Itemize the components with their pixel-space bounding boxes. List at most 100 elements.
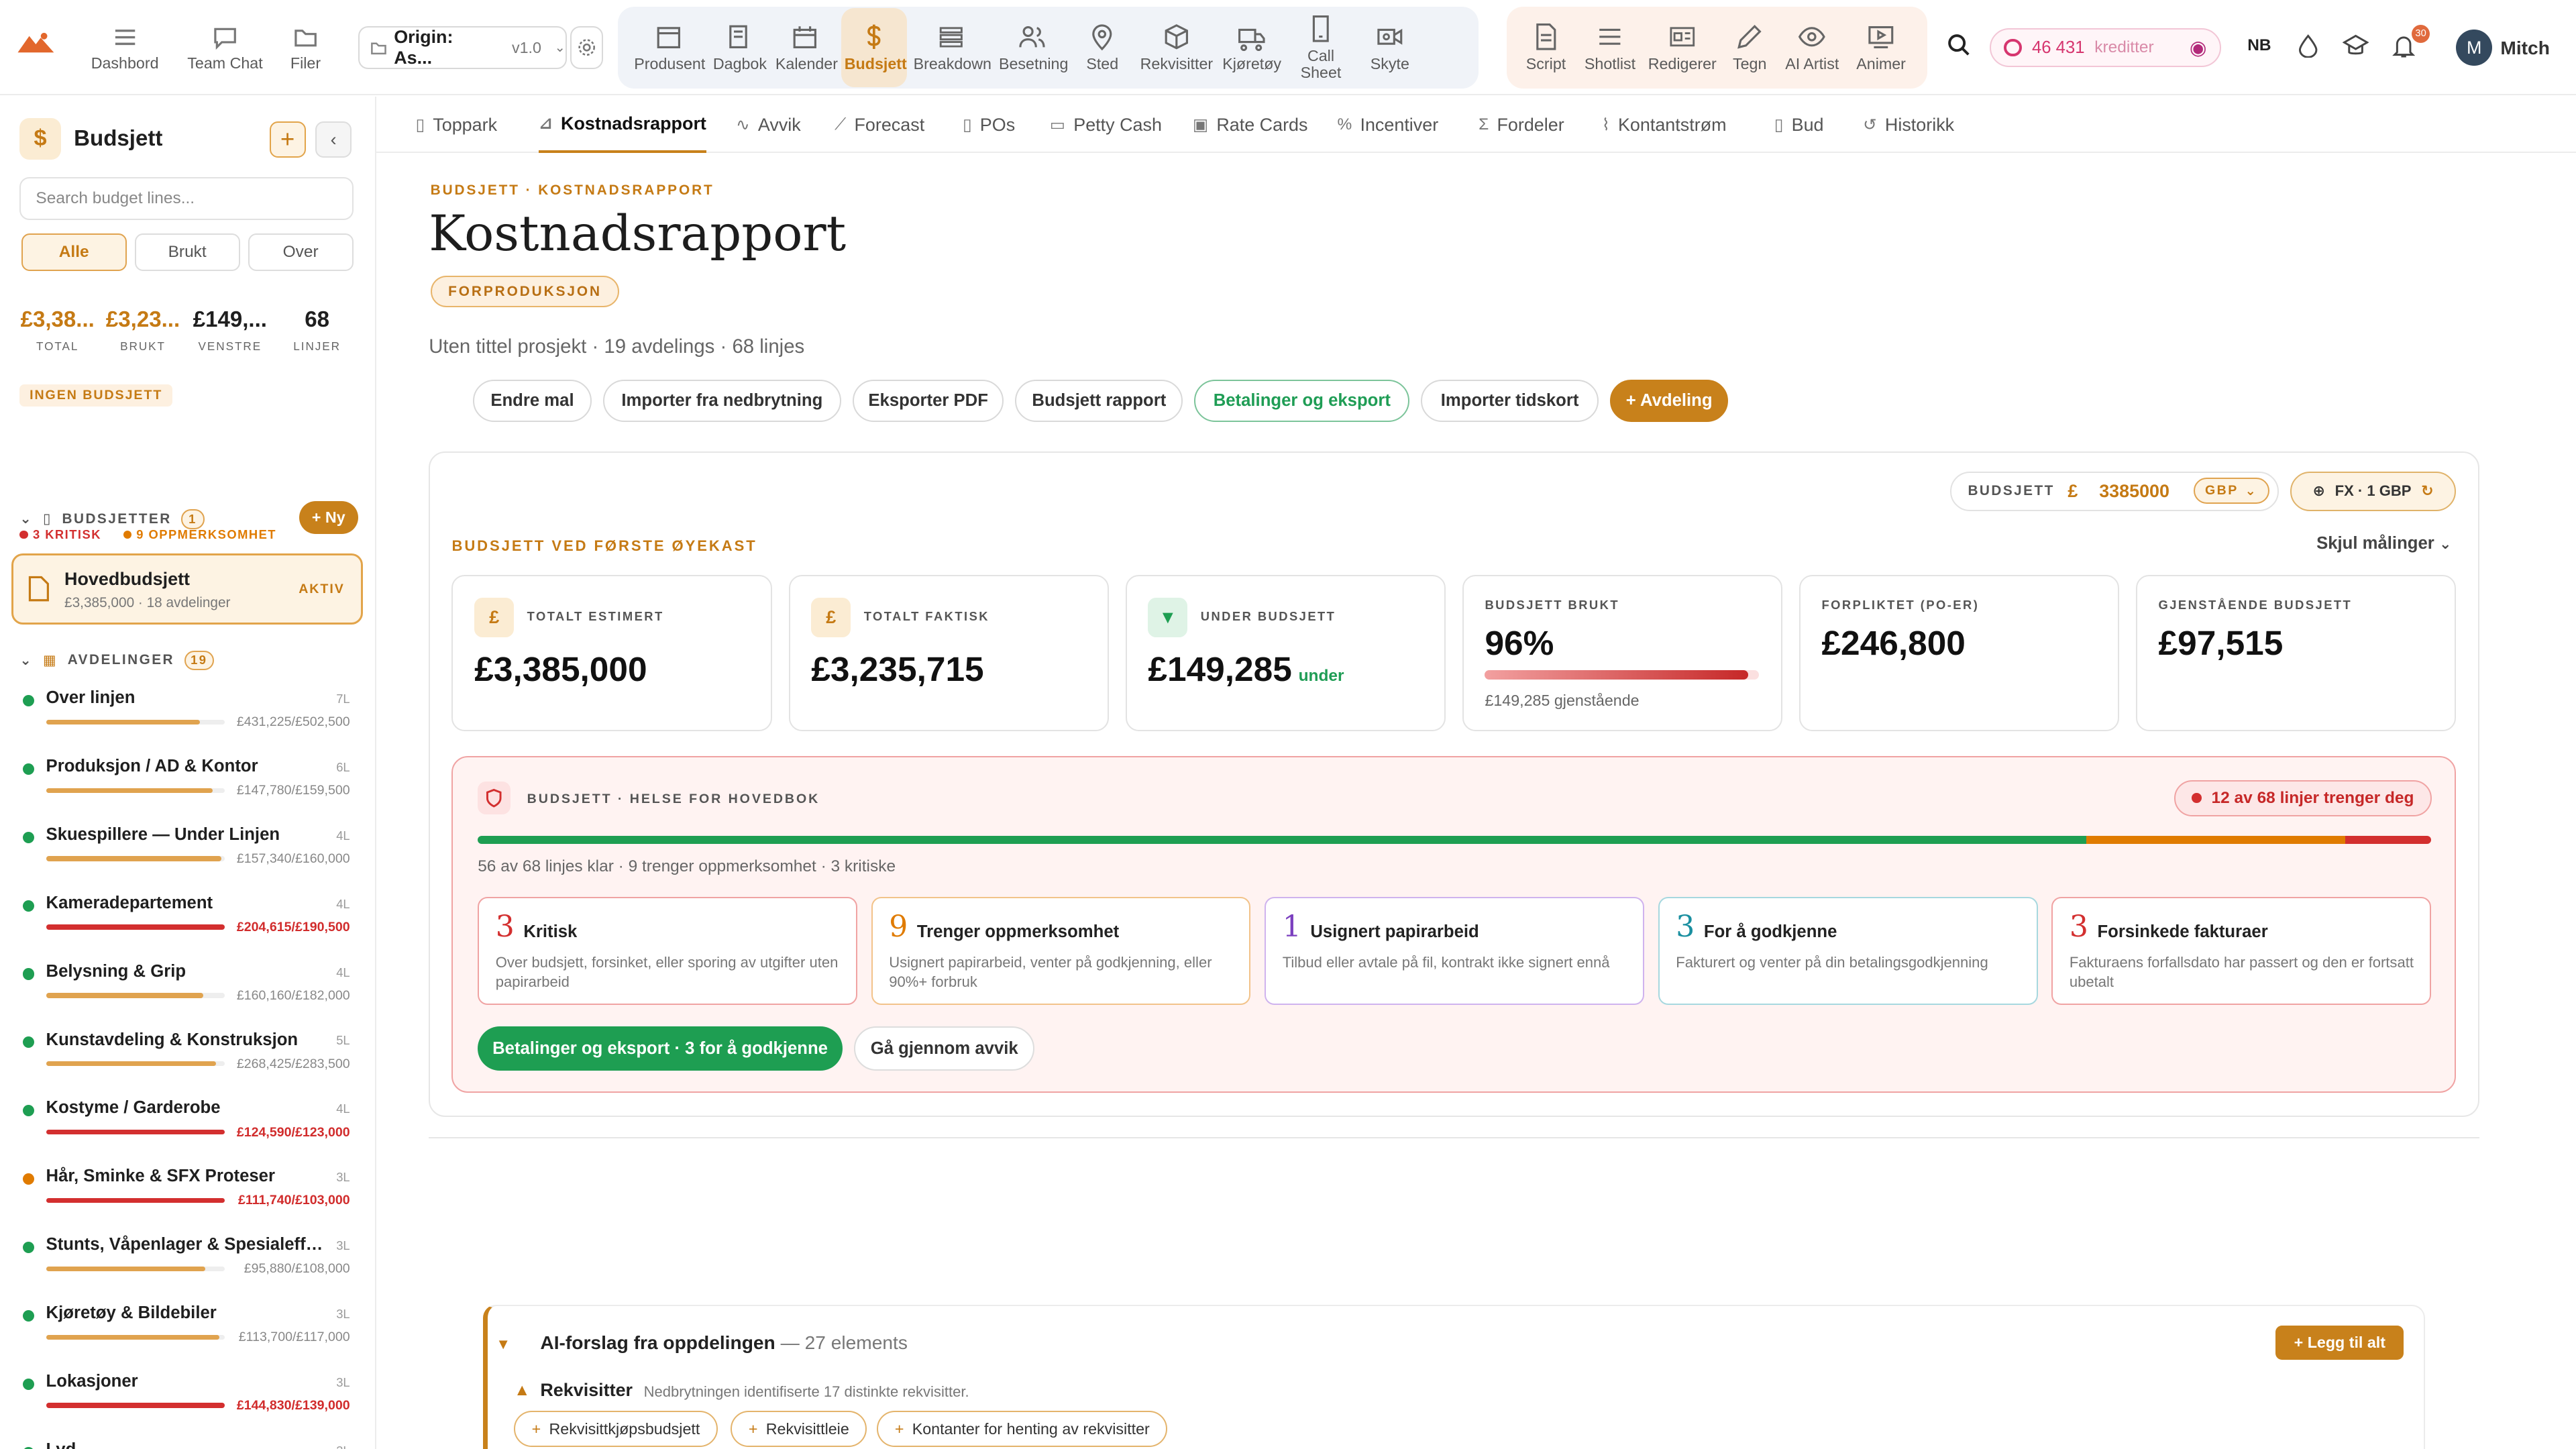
plus-icon: + bbox=[748, 1419, 758, 1438]
needs-attention-badge[interactable]: 12 av 68 linjer trenger deg bbox=[2174, 780, 2432, 816]
nav-budsjett[interactable]: Budsjett bbox=[841, 8, 907, 87]
nav-redigerer[interactable]: Redigerer bbox=[1644, 0, 1720, 95]
add-all-button[interactable]: + Legg til alt bbox=[2275, 1325, 2404, 1360]
tab-kostnadsrapport[interactable]: ⊿ Kostnadsrapport bbox=[539, 97, 706, 153]
tab-bud[interactable]: ▯ Bud bbox=[1774, 97, 1824, 152]
filter-alle[interactable]: Alle bbox=[21, 233, 127, 272]
nav-ai-artist[interactable]: AI Artist bbox=[1779, 0, 1845, 95]
filter-brukt[interactable]: Brukt bbox=[134, 233, 240, 272]
health-card[interactable]: 3 For å godkjenne Fakturert og venter på d… bbox=[1658, 896, 2038, 1006]
suggestion-chip[interactable]: + Kontanter for henting av rekvisitter bbox=[877, 1411, 1168, 1448]
payments-export-button[interactable]: Betalinger og eksport · 3 for å godkjenn… bbox=[478, 1026, 843, 1071]
tab-avvik[interactable]: ∿ Avvik bbox=[736, 97, 801, 152]
department-item[interactable]: Lyd 3L bbox=[19, 1438, 356, 1449]
tab-petty-cash[interactable]: ▭ Petty Cash bbox=[1050, 97, 1162, 152]
action-button-2[interactable]: Eksporter PDF bbox=[853, 379, 1004, 423]
nav-script[interactable]: Script bbox=[1516, 0, 1575, 95]
project-settings-button[interactable] bbox=[570, 26, 603, 69]
theme-drop-icon[interactable] bbox=[2298, 34, 2318, 62]
nav-kjøretøy[interactable]: Kjøretøy bbox=[1219, 0, 1285, 95]
project-select[interactable]: Origin: As... v1.0 ⌄ bbox=[358, 26, 567, 69]
nav-call-sheet[interactable]: Call Sheet bbox=[1288, 0, 1354, 95]
tab-fordeler[interactable]: Σ Fordeler bbox=[1479, 97, 1564, 152]
tab-kontantstrøm[interactable]: ⌇ Kontantstrøm bbox=[1602, 97, 1727, 152]
user-name[interactable]: Mitch bbox=[2500, 38, 2550, 59]
tab-incentiver[interactable]: % Incentiver bbox=[1337, 97, 1438, 152]
academy-icon[interactable] bbox=[2342, 34, 2369, 62]
fx-button[interactable]: ⊕ FX · 1 GBP ↻ bbox=[2290, 471, 2457, 511]
health-card[interactable]: 3 Forsinkede fakturaer Fakturaens forfalls… bbox=[2051, 896, 2432, 1006]
action-button-3[interactable]: Budsjett rapport bbox=[1015, 379, 1183, 423]
department-item[interactable]: Kameradepartement 4L £204,615/£190,500 bbox=[19, 892, 356, 957]
suggestion-chip[interactable]: + Rekvisittleie bbox=[731, 1411, 867, 1448]
people-icon bbox=[1019, 26, 1045, 48]
budget-search-input[interactable]: Search budget lines... bbox=[19, 177, 354, 221]
collapse-triangle-icon[interactable]: ▼ bbox=[496, 1336, 511, 1353]
nav-rekvisitter[interactable]: Rekvisitter bbox=[1137, 0, 1216, 95]
filter-over[interactable]: Over bbox=[248, 233, 354, 272]
currency-select[interactable]: GBP ⌄ bbox=[2193, 478, 2269, 504]
main-budget-card[interactable]: Hovedbudsjett £3,385,000 · 18 avdelinger… bbox=[11, 553, 364, 625]
health-title: BUDSJETT · HELSE FOR HOVEDBOK bbox=[527, 791, 820, 806]
action-button-4[interactable]: Betalinger og eksport bbox=[1194, 379, 1410, 423]
nav-shotlist[interactable]: Shotlist bbox=[1578, 0, 1641, 95]
hide-metrics-toggle[interactable]: Skjul målinger ⌄ bbox=[2316, 534, 2451, 553]
tab-rate-cards[interactable]: ▣ Rate Cards bbox=[1193, 97, 1308, 152]
nav-filer[interactable]: Filer bbox=[279, 0, 331, 95]
department-item[interactable]: Lokasjoner 3L £144,830/£139,000 bbox=[19, 1370, 356, 1436]
nav-breakdown[interactable]: Breakdown bbox=[910, 0, 992, 95]
new-budget-button[interactable]: + Ny bbox=[299, 500, 358, 534]
action-button-5[interactable]: Importer tidskort bbox=[1421, 379, 1599, 423]
search-button[interactable] bbox=[1945, 32, 1972, 64]
status-tag[interactable]: 3 KRITISK bbox=[19, 527, 101, 542]
department-item[interactable]: Belysning & Grip 4L £160,160/£182,000 bbox=[19, 960, 356, 1026]
department-item[interactable]: Kjøretøy & Bildebiler 3L £113,700/£117,000 bbox=[19, 1302, 356, 1368]
app-logo-icon[interactable] bbox=[16, 30, 56, 62]
nav-team-chat[interactable]: Team Chat bbox=[180, 0, 269, 95]
collapse-sidebar-button[interactable]: ‹ bbox=[315, 121, 352, 158]
departments-section-header[interactable]: ⌄ ▦ AVDELINGER 19 bbox=[19, 650, 214, 671]
action-button-6[interactable]: + Avdeling bbox=[1610, 379, 1729, 423]
action-button-0[interactable]: Endre mal bbox=[473, 379, 592, 423]
nav-produsent[interactable]: Produsent bbox=[631, 0, 706, 95]
department-item[interactable]: Stunts, Våpenlager & Spesialeffekter 3L £9… bbox=[19, 1234, 356, 1299]
nav-animer[interactable]: Animer bbox=[1848, 0, 1914, 95]
credits-badge[interactable]: 46 431 kreditter ◉ bbox=[1989, 28, 2222, 68]
department-item[interactable]: Kostyme / Garderobe 4L £124,590/£123,000 bbox=[19, 1097, 356, 1163]
tab-historikk[interactable]: ↺ Historikk bbox=[1863, 97, 1954, 152]
department-item[interactable]: Produksjon / AD & Kontor 6L £147,780/£159,… bbox=[19, 755, 356, 821]
department-item[interactable]: Hår, Sminke & SFX Proteser 3L £111,740/£10… bbox=[19, 1165, 356, 1231]
nav-sted[interactable]: Sted bbox=[1071, 0, 1134, 95]
department-line-count: 6L bbox=[336, 759, 350, 774]
budget-sidebar: $ Budsjett + ‹ Search budget lines... Al… bbox=[0, 97, 376, 1449]
nav-besetning[interactable]: Besetning bbox=[996, 0, 1068, 95]
status-tag[interactable]: 9 OPPMERKSOMHET bbox=[123, 527, 276, 542]
nav-dagbok[interactable]: Dagbok bbox=[710, 0, 769, 95]
health-card[interactable]: 9 Trenger oppmerksomhet Usignert papirarbe… bbox=[871, 896, 1251, 1006]
tab-toppark[interactable]: ▯ Toppark bbox=[416, 97, 497, 152]
tab-pos[interactable]: ▯ POs bbox=[963, 97, 1015, 152]
budget-amount-field[interactable]: BUDSJETT £ 3385000 GBP ⌄ bbox=[1949, 471, 2279, 511]
action-button-1[interactable]: Importer fra nedbrytning bbox=[602, 379, 841, 423]
suggestion-chip[interactable]: + Rekvisittkjøpsbudsjett bbox=[514, 1411, 718, 1448]
department-progress bbox=[46, 1403, 225, 1408]
breadcrumb: BUDSJETT · KOSTNADSRAPPORT bbox=[430, 182, 714, 198]
budgets-section-header[interactable]: ⌄ ▯ BUDSJETTER 1 bbox=[19, 509, 205, 529]
department-item[interactable]: Over linjen 7L £431,225/£502,500 bbox=[19, 687, 356, 753]
budget-value-input[interactable]: 3385000 bbox=[2099, 481, 2169, 502]
nav-kalender[interactable]: Kalender bbox=[772, 0, 838, 95]
nav-tegn[interactable]: Tegn bbox=[1723, 0, 1776, 95]
tab-forecast[interactable]: ⟋ Forecast bbox=[835, 97, 924, 152]
nav-skyte[interactable]: Skyte bbox=[1357, 0, 1423, 95]
department-item[interactable]: Skuespillere — Under Linjen 4L £157,340/£1… bbox=[19, 823, 356, 889]
review-variances-button[interactable]: Gå gjennom avvik bbox=[854, 1026, 1035, 1071]
health-card[interactable]: 1 Usignert papirarbeid Tilbud eller avtale… bbox=[1265, 896, 1644, 1006]
avatar[interactable]: M bbox=[2456, 30, 2493, 66]
add-budget-line-button[interactable]: + bbox=[269, 121, 306, 158]
language-switch[interactable]: NB bbox=[2247, 36, 2271, 55]
department-item[interactable]: Kunstavdeling & Konstruksjon 5L £268,425/£… bbox=[19, 1028, 356, 1094]
stat-label: BRUKT bbox=[120, 339, 166, 353]
nav-dashbord[interactable]: Dashbord bbox=[85, 0, 164, 95]
health-card[interactable]: 3 Kritisk Over budsjett, forsinket, eller … bbox=[478, 896, 857, 1006]
bell-icon[interactable] bbox=[2392, 34, 2415, 64]
